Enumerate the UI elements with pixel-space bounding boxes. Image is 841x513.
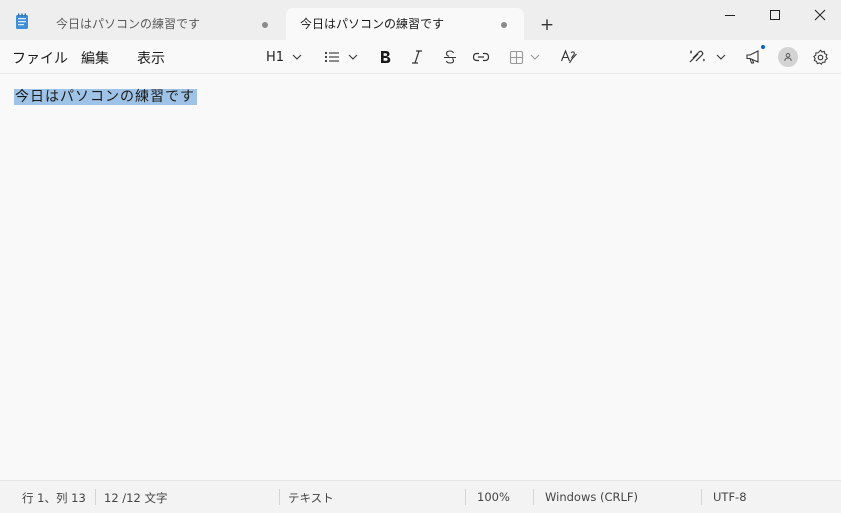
- divider: [533, 489, 534, 505]
- close-icon: [814, 9, 826, 21]
- link-button[interactable]: [472, 46, 490, 68]
- copilot-dropdown[interactable]: [688, 46, 726, 68]
- spellcheck-icon: [560, 49, 577, 64]
- tab-1[interactable]: 今日はパソコンの練習です: [42, 8, 282, 40]
- spellcheck-button[interactable]: [560, 46, 578, 68]
- toolbar: ファイル 編集 表示 H1: [0, 40, 841, 74]
- close-button[interactable]: [797, 0, 841, 30]
- strikethrough-button[interactable]: [442, 46, 458, 68]
- cursor-position: 行 1、列 13: [22, 491, 86, 505]
- link-icon: [472, 52, 490, 62]
- editor-area[interactable]: 今日はパソコンの練習です: [0, 74, 841, 480]
- unsaved-dot-icon[interactable]: [501, 22, 507, 28]
- notification-badge: [761, 45, 765, 49]
- chevron-down-icon: [348, 54, 358, 60]
- announcement-button[interactable]: [745, 45, 765, 68]
- tab-title: 今日はパソコンの練習です: [56, 17, 201, 31]
- settings-icon: [813, 48, 829, 65]
- list-icon: [324, 51, 339, 63]
- divider: [465, 489, 466, 505]
- minimize-icon: [725, 15, 735, 16]
- chevron-down-icon: [292, 54, 302, 60]
- selected-text[interactable]: 今日はパソコンの練習です: [14, 89, 197, 105]
- copilot-icon: [689, 50, 705, 63]
- maximize-icon: [770, 10, 780, 20]
- tab-title: 今日はパソコンの練習です: [300, 17, 445, 31]
- line-ending[interactable]: Windows (CRLF): [545, 490, 638, 504]
- encoding[interactable]: UTF-8: [713, 490, 747, 504]
- heading-dropdown[interactable]: H1: [266, 46, 302, 68]
- italic-button[interactable]: [410, 46, 424, 68]
- account-icon: [778, 47, 798, 67]
- chevron-down-icon: [716, 54, 726, 60]
- divider: [701, 489, 702, 505]
- divider: [95, 489, 96, 505]
- strikethrough-icon: [444, 50, 456, 64]
- italic-icon: [412, 50, 422, 64]
- menu-view[interactable]: 表示: [137, 48, 165, 68]
- minimize-button[interactable]: [707, 0, 753, 30]
- format-mode[interactable]: テキスト: [288, 490, 334, 506]
- announcement-icon: [746, 50, 759, 64]
- chevron-down-icon: [530, 54, 540, 60]
- maximize-button[interactable]: [752, 0, 798, 30]
- editor-line[interactable]: 今日はパソコンの練習です: [14, 88, 197, 106]
- zoom-level[interactable]: 100%: [477, 490, 510, 504]
- character-count: 12 /12 文字: [104, 491, 168, 505]
- status-bar: 行 1、列 13 12 /12 文字 テキスト 100% Windows (CR…: [0, 480, 841, 513]
- title-bar: 今日はパソコンの練習です 今日はパソコンの練習です +: [0, 0, 841, 40]
- table-icon: [509, 50, 524, 64]
- settings-button[interactable]: [812, 46, 829, 68]
- bold-button[interactable]: [378, 46, 392, 68]
- divider: [279, 489, 280, 505]
- list-dropdown[interactable]: [324, 46, 358, 68]
- tab-2-active[interactable]: 今日はパソコンの練習です: [286, 8, 524, 40]
- account-button[interactable]: [778, 46, 798, 68]
- table-dropdown[interactable]: [509, 46, 540, 68]
- heading-label: H1: [266, 49, 285, 65]
- unsaved-dot-icon[interactable]: [262, 22, 268, 28]
- notepad-icon: [16, 13, 28, 29]
- bold-icon: [381, 51, 391, 63]
- new-tab-button[interactable]: +: [538, 16, 556, 34]
- menu-edit[interactable]: 編集: [81, 48, 109, 68]
- menu-file[interactable]: ファイル: [12, 48, 68, 68]
